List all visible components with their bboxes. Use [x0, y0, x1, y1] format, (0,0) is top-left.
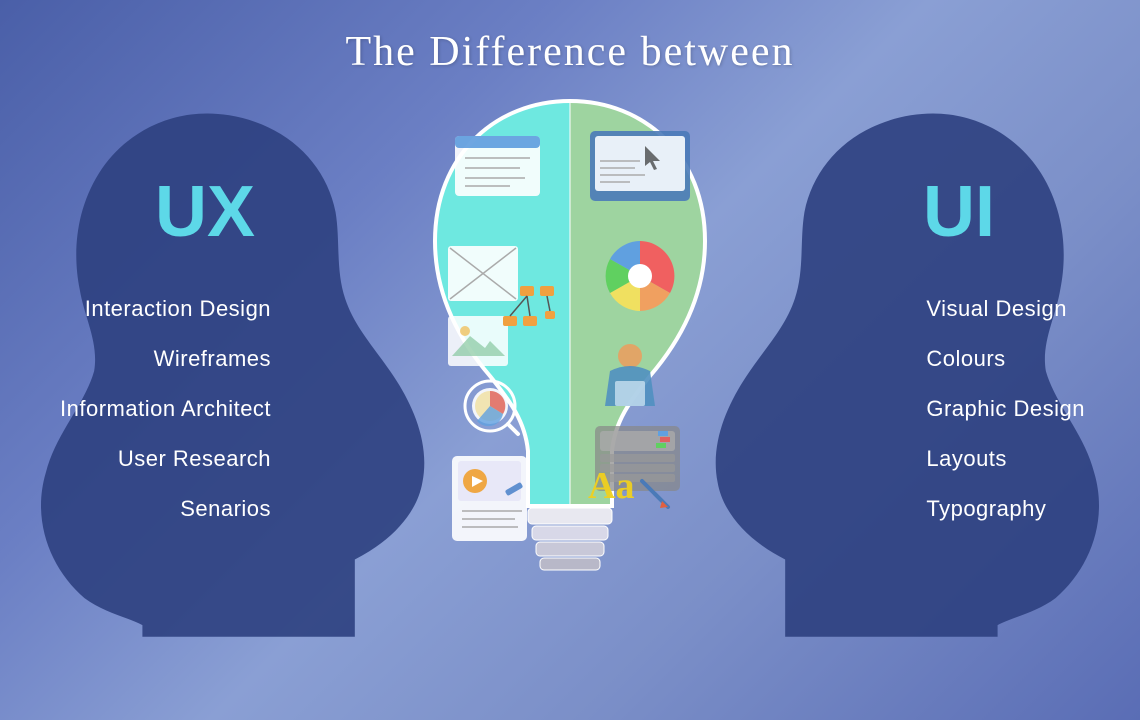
ux-item-5: Senarios: [60, 496, 271, 522]
ui-label: UI: [923, 171, 995, 253]
ui-list: Visual Design Colours Graphic Design Lay…: [926, 296, 1085, 546]
page-title: The Difference between: [0, 0, 1140, 76]
lightbulb-container: Aa: [390, 86, 750, 666]
content-area: UX UI Interaction Design Wireframes Info…: [0, 76, 1140, 716]
ux-item-2: Wireframes: [60, 346, 271, 372]
ux-item-4: User Research: [60, 446, 271, 472]
ui-item-5: Typography: [926, 496, 1085, 522]
ux-label: UX: [155, 171, 255, 253]
ui-item-3: Graphic Design: [926, 396, 1085, 422]
ux-list: Interaction Design Wireframes Informatio…: [60, 296, 271, 546]
ui-item-1: Visual Design: [926, 296, 1085, 322]
ux-item-1: Interaction Design: [60, 296, 271, 322]
svg-text:Aa: Aa: [588, 465, 634, 507]
ui-item-4: Layouts: [926, 446, 1085, 472]
ux-item-3: Information Architect: [60, 396, 271, 422]
ui-item-2: Colours: [926, 346, 1085, 372]
